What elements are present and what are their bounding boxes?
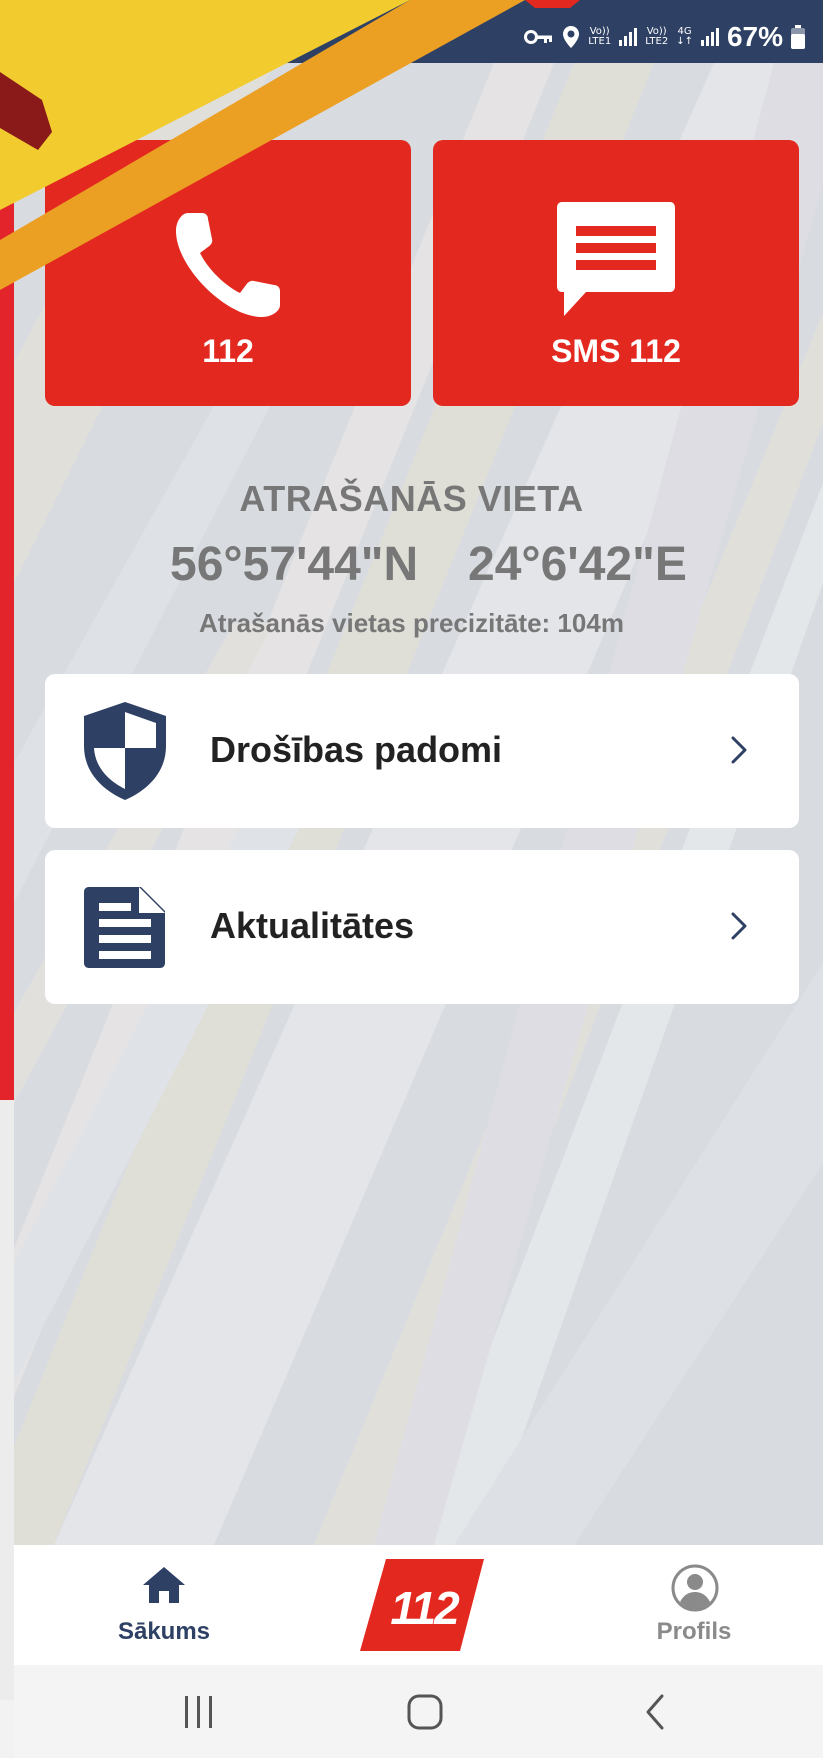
safety-tips-card[interactable]: Drošības padomi bbox=[45, 674, 799, 828]
sms-112-label: SMS 112 bbox=[551, 333, 681, 369]
call-112-label: 112 bbox=[202, 333, 254, 369]
location-title: ATRAŠANĀS VIETA bbox=[239, 478, 584, 519]
left-edge-strip bbox=[0, 0, 14, 1100]
status-icons: Vo)) LTE1 Vo)) LTE2 4G ↓↑ 67% bbox=[524, 21, 805, 52]
nav-profile[interactable]: Profils bbox=[614, 1545, 774, 1665]
vpn-key-icon bbox=[524, 28, 554, 46]
bottom-nav: Sākums 112 Profils bbox=[14, 1545, 823, 1665]
safety-tips-label: Drošības padomi bbox=[210, 729, 503, 770]
shield-icon bbox=[80, 699, 170, 803]
system-nav-bar bbox=[14, 1665, 823, 1758]
chevron-right-icon bbox=[729, 730, 749, 770]
battery-icon bbox=[791, 25, 805, 49]
nav-profile-label: Profils bbox=[656, 1618, 732, 1645]
nav-home-label: Sākums bbox=[117, 1618, 211, 1645]
status-bar: Vo)) LTE1 Vo)) LTE2 4G ↓↑ 67% bbox=[0, 0, 823, 63]
nav-home[interactable]: Sākums bbox=[84, 1545, 244, 1665]
battery-percent: 67% bbox=[726, 21, 783, 52]
news-label: Aktualitātes bbox=[210, 905, 415, 946]
nav-112-logo[interactable]: 112 bbox=[360, 1559, 490, 1651]
data-arrows: ↓↑ bbox=[676, 36, 693, 47]
phone-icon bbox=[168, 205, 288, 330]
home-icon bbox=[141, 1565, 187, 1610]
home-square-icon[interactable] bbox=[395, 1687, 455, 1737]
volte-lte2-icon: Vo)) LTE2 bbox=[645, 27, 668, 47]
news-card[interactable]: Aktualitātes bbox=[45, 850, 799, 1004]
recent-apps-icon[interactable] bbox=[169, 1687, 229, 1737]
location-pin-icon bbox=[562, 25, 580, 49]
location-accuracy: Atrašanās vietas precizitāte: 104m bbox=[199, 608, 624, 638]
app-screen: Vo)) LTE1 Vo)) LTE2 4G ↓↑ 67% 112 SMS 11… bbox=[0, 0, 823, 1758]
volte2-bottom: LTE2 bbox=[645, 36, 669, 47]
volte-lte1-icon: Vo)) LTE1 bbox=[588, 27, 611, 47]
chevron-right-icon bbox=[729, 906, 749, 946]
message-icon bbox=[556, 200, 676, 325]
signal-icon bbox=[619, 28, 638, 46]
left-edge-strip-lower bbox=[0, 1100, 14, 1700]
location-latitude: 56°57'44"N bbox=[170, 538, 419, 591]
volte1-bottom: LTE1 bbox=[588, 36, 612, 47]
profile-avatar-icon bbox=[670, 1563, 720, 1618]
location-longitude: 24°6'42"E bbox=[468, 538, 687, 591]
sms-112-button[interactable]: SMS 112 bbox=[433, 140, 799, 406]
4g-icon: 4G ↓↑ bbox=[676, 27, 693, 47]
call-112-button[interactable]: 112 bbox=[45, 140, 411, 406]
signal-icon bbox=[700, 28, 719, 46]
document-icon bbox=[80, 875, 170, 979]
nav-112-logo-text: 112 bbox=[390, 1582, 459, 1634]
back-icon[interactable] bbox=[625, 1687, 685, 1737]
